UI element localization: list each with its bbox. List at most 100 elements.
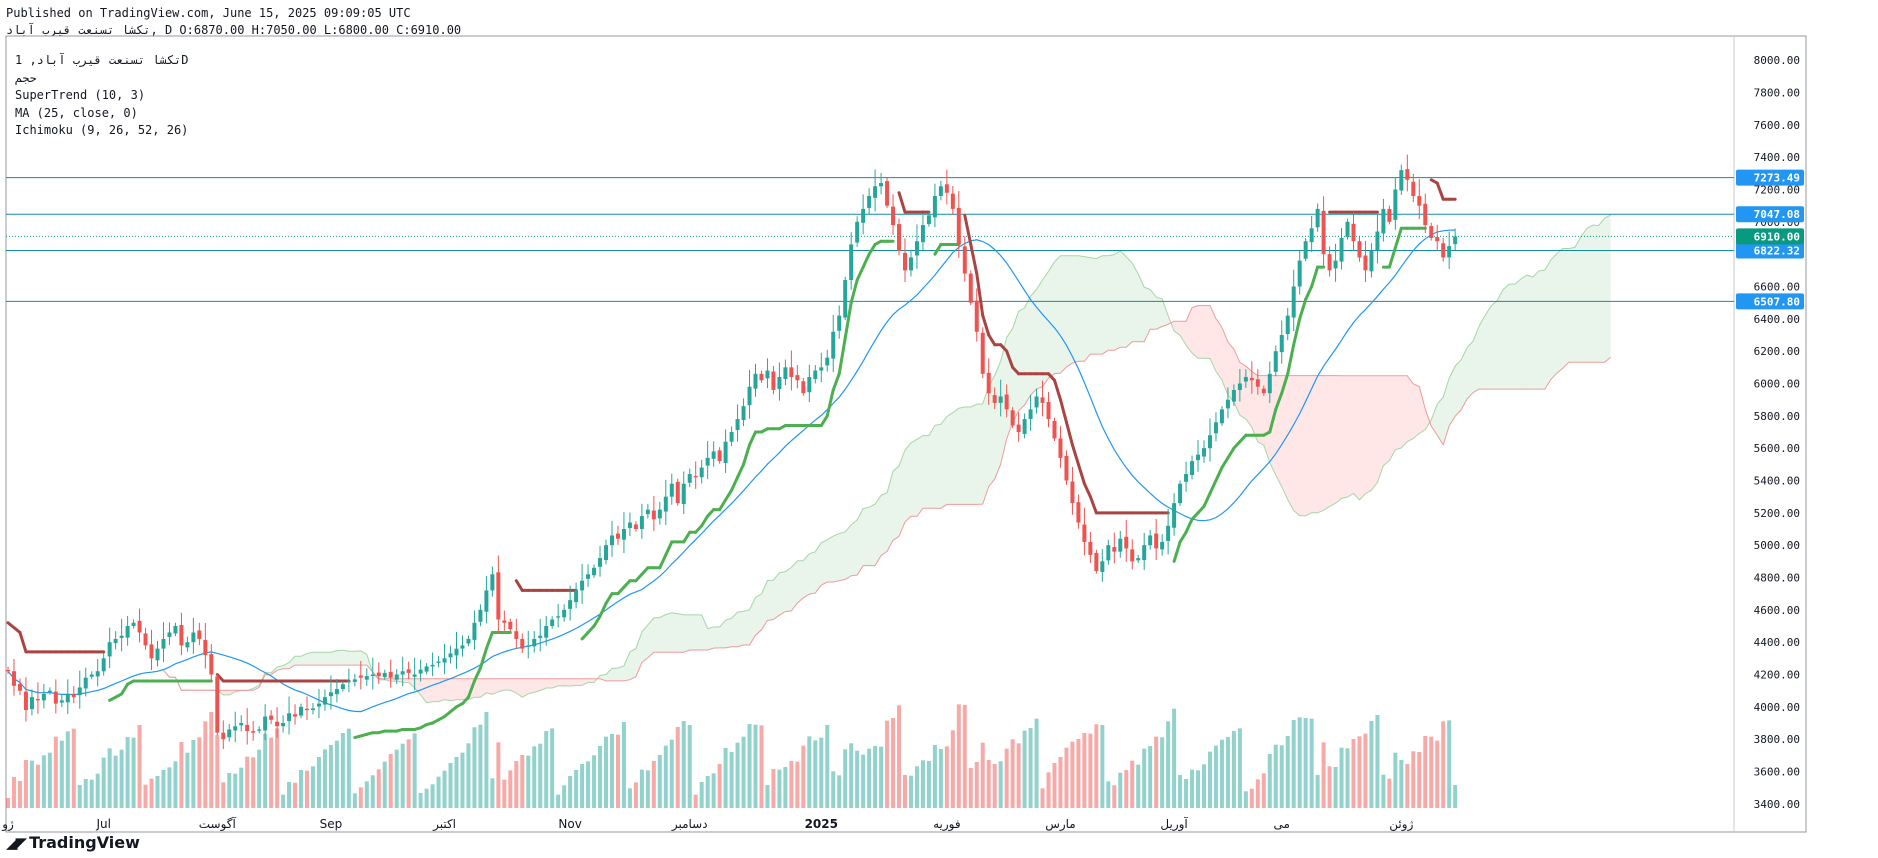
- volume-bar: [107, 748, 112, 808]
- candle-body: [1333, 260, 1338, 269]
- ichimoku-cloud-segment: [970, 404, 977, 505]
- ichimoku-cloud-segment: [767, 580, 774, 621]
- ichimoku-cloud-segment: [797, 560, 804, 604]
- candle-body: [1399, 170, 1404, 191]
- volume-bar: [950, 730, 955, 808]
- candle-body: [699, 467, 704, 478]
- volume-bar: [1219, 739, 1224, 808]
- volume-bar: [980, 742, 985, 808]
- candle-body: [1285, 315, 1290, 335]
- candle-body: [1154, 533, 1159, 549]
- ichimoku-cloud-segment: [1299, 375, 1306, 516]
- candle-body: [753, 373, 758, 389]
- candle-body: [376, 672, 381, 677]
- volume-bar: [496, 742, 501, 808]
- candle-body: [544, 626, 549, 638]
- volume-bar: [376, 769, 381, 808]
- candle-body: [867, 195, 872, 208]
- volume-bar: [322, 749, 327, 808]
- ichimoku-cloud-segment: [611, 668, 618, 681]
- volume-bar: [926, 761, 931, 808]
- volume-bar: [1243, 791, 1248, 808]
- ichimoku-cloud-segment: [922, 435, 929, 509]
- candle-body: [723, 441, 728, 464]
- x-tick-label: آگوست: [199, 816, 237, 832]
- candle-body: [83, 677, 88, 689]
- volume-bar: [1435, 740, 1440, 808]
- candle-body: [592, 567, 597, 576]
- candle-body: [675, 481, 680, 504]
- volume-bar: [759, 725, 764, 808]
- candle-body: [807, 377, 812, 393]
- legend-ichimoku[interactable]: Ichimoku (9, 26, 52, 26): [15, 122, 188, 140]
- volume-bar: [992, 764, 997, 808]
- tradingview-brand[interactable]: ◢◤ TradingView: [6, 833, 140, 852]
- volume-bar: [556, 794, 561, 808]
- candle-body: [968, 273, 973, 303]
- volume-bar: [143, 784, 148, 808]
- volume-bar: [598, 746, 603, 808]
- volume-bar: [382, 761, 387, 808]
- candle-body: [1381, 208, 1386, 234]
- legend-symbol[interactable]: تکشا تسنعت قیرب آباد, 1D: [15, 52, 188, 70]
- candle-body: [1124, 536, 1129, 549]
- ichimoku-cloud-segment: [671, 612, 678, 653]
- volume-bar: [263, 733, 268, 808]
- ichimoku-cloud-segment: [785, 567, 792, 612]
- candle-body: [562, 609, 567, 618]
- volume-bar: [1046, 772, 1051, 808]
- candle-body: [992, 395, 997, 403]
- ichimoku-cloud-segment: [809, 551, 816, 595]
- ichimoku-cloud-segment: [1485, 306, 1492, 390]
- volume-bar: [908, 775, 913, 808]
- volume-bar: [1178, 775, 1183, 808]
- candle-body: [645, 509, 650, 515]
- candle-body: [388, 671, 393, 678]
- volume-bar: [89, 779, 94, 808]
- volume-bar: [47, 752, 52, 808]
- candle-body: [789, 367, 794, 378]
- candle-body: [998, 396, 1003, 403]
- candle-body: [574, 590, 579, 603]
- volume-bar: [1249, 788, 1254, 808]
- ichimoku-cloud-segment: [1592, 225, 1599, 363]
- candle-body: [89, 674, 94, 677]
- candle-body: [334, 689, 339, 695]
- volume-bar: [281, 794, 286, 808]
- candle-body: [1309, 228, 1314, 243]
- legend-supertrend[interactable]: SuperTrend (10, 3): [15, 87, 188, 105]
- candle-body: [639, 516, 644, 529]
- volume-bar: [753, 724, 758, 808]
- candle-body: [1022, 419, 1027, 434]
- ichimoku-cloud-segment: [839, 531, 846, 581]
- volume-bar: [1315, 775, 1320, 808]
- candle-body: [651, 510, 656, 520]
- candle-body: [885, 181, 890, 206]
- ichimoku-cloud-segment: [755, 593, 762, 636]
- candle-body: [819, 367, 824, 371]
- ichimoku-cloud-segment: [725, 618, 732, 648]
- volume-bar: [849, 743, 854, 808]
- ichimoku-cloud-segment: [1204, 305, 1210, 359]
- candle-body: [980, 332, 985, 374]
- volume-bar: [173, 761, 178, 808]
- volume-bar: [1441, 721, 1446, 808]
- legend-volume[interactable]: حجم: [15, 70, 188, 88]
- volume-bar: [179, 742, 184, 808]
- ichimoku-cloud-segment: [905, 442, 911, 523]
- ichimoku-cloud-segment: [964, 407, 971, 505]
- ichimoku-cloud-segment: [683, 614, 690, 653]
- x-tick-label: آوریل: [1160, 816, 1188, 832]
- volume-bar: [1196, 770, 1201, 808]
- volume-bar: [394, 749, 399, 808]
- legend-ma[interactable]: MA (25, close, 0): [15, 105, 188, 123]
- ichimoku-cloud-segment: [295, 656, 302, 666]
- volume-bar: [191, 740, 196, 808]
- volume-bar: [364, 781, 369, 808]
- price-chart[interactable]: 3400.00 3600.00 3800.00 4000.00 4200.00 4400.…: [0, 0, 1878, 858]
- volume-bar: [526, 755, 531, 808]
- candle-body: [1190, 461, 1195, 476]
- candle-body: [364, 676, 369, 680]
- candle-body: [1064, 455, 1069, 481]
- ichimoku-cloud-segment: [354, 650, 361, 666]
